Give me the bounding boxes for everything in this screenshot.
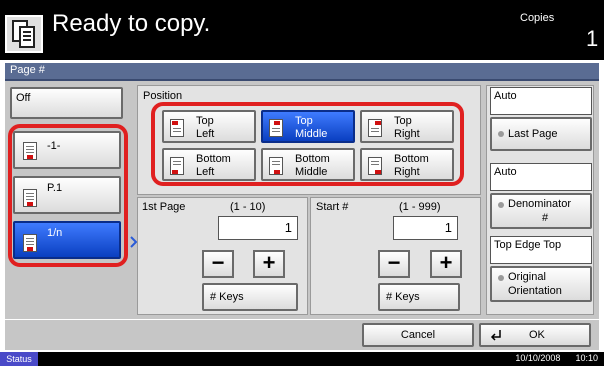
orientation-label-line2: Orientation [508,285,562,297]
denominator-button[interactable]: Denominator # [490,193,592,229]
date-text: 10/10/2008 [515,353,561,363]
start-number-keys-label: # Keys [386,291,420,303]
position-top-left-button[interactable]: Top Left [162,110,256,143]
page-format-dash-button[interactable]: -1- [13,131,121,169]
position-top-left-icon [170,119,184,137]
ok-label: OK [529,329,545,341]
bottom-left-line1: Bottom [196,153,231,165]
start-number-value-field[interactable]: 1 [393,216,458,240]
position-bottom-left-button[interactable]: Bottom Left [162,148,256,181]
original-orientation-button[interactable]: Original Orientation [490,266,592,302]
cancel-button[interactable]: Cancel [362,323,474,347]
page-format-1n-button[interactable]: 1/n [13,221,121,259]
top-left-line2: Left [196,128,215,140]
copy-mode-icon [5,15,43,53]
bottom-left-line2: Left [196,166,215,178]
bottom-right-line1: Bottom [394,153,429,165]
start-number-label: Start # [316,201,349,213]
last-page-button[interactable]: Last Page [490,117,592,151]
enter-arrow-icon [489,328,503,345]
position-label: Position [143,90,183,102]
first-page-increment-button[interactable]: + [253,250,285,278]
last-page-setting-display: Auto [490,87,592,115]
start-number-increment-button[interactable]: + [430,250,462,278]
top-right-line2: Right [394,128,420,140]
orientation-setting-display: Top Edge Top [490,236,592,264]
status-bar: Status 10/10/2008 10:10 [0,352,604,366]
top-right-line1: Top [394,115,412,127]
position-top-right-icon [368,119,382,137]
copies-count: 1 [586,26,599,51]
radio-dot-icon [498,275,504,281]
first-page-keys-button[interactable]: # Keys [202,283,298,311]
radio-dot-icon [498,202,504,208]
status-button[interactable]: Status [0,352,38,366]
start-number-decrement-button[interactable]: − [378,250,410,278]
first-page-decrement-button[interactable]: − [202,250,234,278]
denominator-setting-display: Auto [490,163,592,191]
position-bottom-left-icon [170,157,184,175]
page-format-1n-label: 1/n [47,227,63,239]
position-bottom-right-button[interactable]: Bottom Right [360,148,454,181]
status-message: Ready to copy. [52,10,211,37]
time-text: 10:10 [575,353,598,363]
orientation-setting-value: Top Edge Top [494,239,562,251]
page-title: Page # [10,64,45,76]
start-number-range: (1 - 999) [399,201,441,213]
page-number-p1-icon [23,189,37,207]
page-number-dash-icon [23,142,37,160]
header-bar: Ready to copy. Copies 1 [0,0,604,60]
start-number-keys-button[interactable]: # Keys [378,283,460,311]
last-page-setting-value: Auto [494,90,517,102]
orientation-label-line1: Original [508,271,546,283]
page-format-dash-label: -1- [47,140,61,152]
first-page-label: 1st Page [142,201,186,213]
cancel-label: Cancel [400,329,436,341]
page-format-p1-button[interactable]: P.1 [13,176,121,214]
bottom-right-line2: Right [394,166,420,178]
off-button[interactable]: Off [10,87,123,119]
screen: Ready to copy. Copies 1 Page # Off -1- P… [0,0,604,366]
position-bottom-right-icon [368,157,382,175]
position-top-middle-icon [269,119,283,137]
radio-dot-icon [498,131,504,137]
denominator-label-line2: # [542,212,549,224]
first-page-value-field[interactable]: 1 [218,216,298,240]
denominator-label-line1: Denominator [508,198,571,210]
page-number-1n-icon [23,234,37,252]
ok-button[interactable]: OK [479,323,591,347]
off-label: Off [16,92,31,104]
denominator-setting-value: Auto [494,166,517,178]
position-top-right-button[interactable]: Top Right [360,110,454,143]
position-bottom-middle-button[interactable]: Bottom Middle [261,148,355,181]
first-page-keys-label: # Keys [210,291,244,303]
position-bottom-middle-icon [269,157,283,175]
position-top-middle-button[interactable]: Top Middle [261,110,355,143]
page-format-p1-label: P.1 [47,182,63,194]
first-page-range: (1 - 10) [230,201,266,213]
last-page-label: Last Page [508,128,558,140]
bottom-middle-line2: Middle [295,166,328,178]
top-middle-line2: Middle [295,128,328,140]
bottom-middle-line1: Bottom [295,153,330,165]
top-left-line1: Top [196,115,214,127]
top-middle-line1: Top [295,115,313,127]
copies-label: Copies [520,12,555,24]
date-time: 10/10/2008 10:10 [515,353,598,363]
page-title-bar: Page # [5,63,599,81]
